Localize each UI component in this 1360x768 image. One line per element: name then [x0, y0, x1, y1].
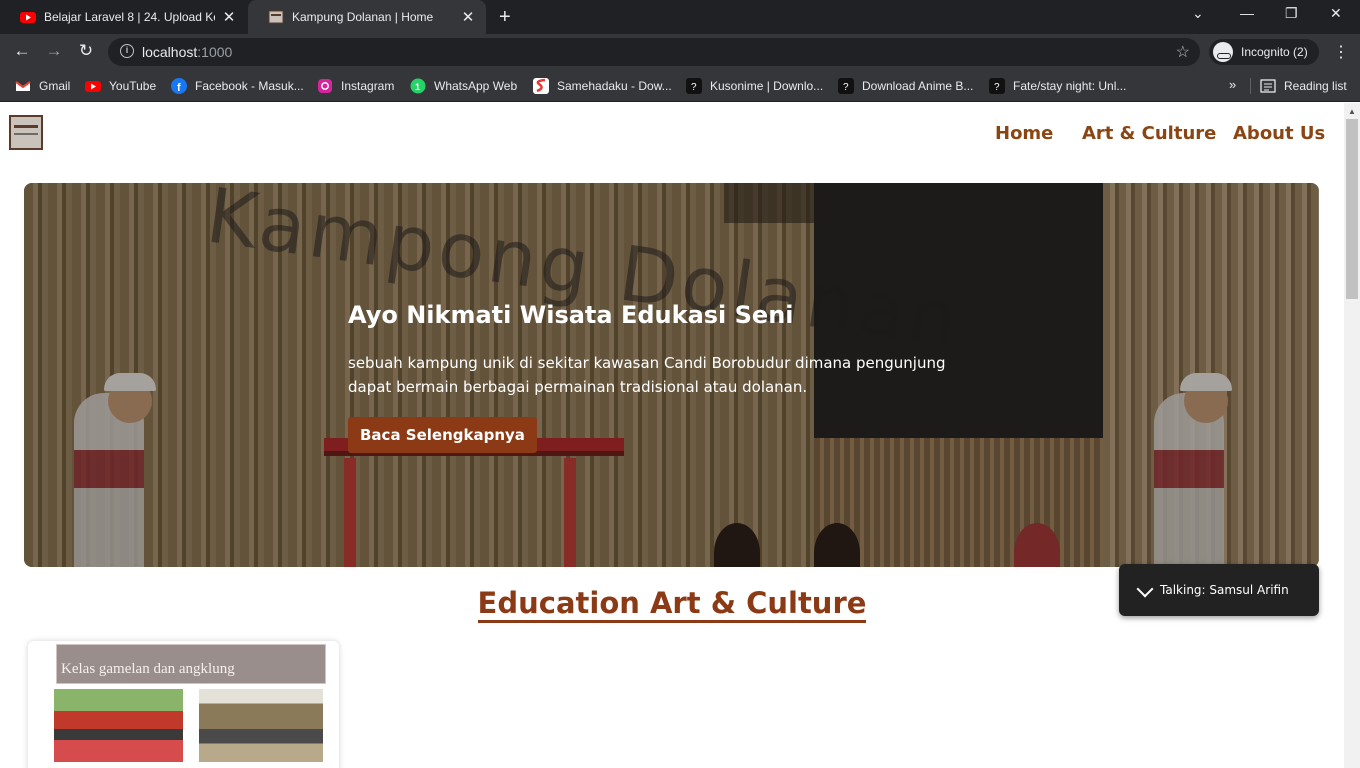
unknown-site-icon: ?: [838, 78, 854, 94]
page-scrollbar[interactable]: ▲: [1344, 103, 1360, 768]
menu-icon[interactable]: ⋮: [1333, 42, 1349, 62]
svg-text:?: ?: [843, 82, 849, 93]
tab-youtube[interactable]: Belajar Laravel 8 | 24. Upload Ke … ✕: [0, 0, 247, 34]
web-page: Home Art & Culture About Us Kampong Dola…: [0, 103, 1344, 768]
samehadaku-icon: [533, 78, 549, 94]
chevron-down-icon[interactable]: [1136, 580, 1154, 598]
address-bar[interactable]: i localhost:1000 ☆: [108, 38, 1200, 66]
card-banner: Kelas gamelan dan angklung: [56, 644, 326, 684]
svg-text:f: f: [177, 82, 181, 94]
incognito-icon: [1213, 42, 1233, 62]
gmail-icon: [15, 81, 31, 91]
close-tab-icon[interactable]: ✕: [221, 8, 237, 26]
unknown-site-icon: ?: [686, 78, 702, 94]
reading-list-button[interactable]: Reading list: [1260, 77, 1347, 95]
page-icon: [268, 10, 284, 24]
bookmark-star-icon[interactable]: ☆: [1176, 42, 1190, 62]
svg-text:?: ?: [994, 82, 1000, 93]
tab-kampung-dolanan[interactable]: Kampung Dolanan | Home ✕: [248, 0, 486, 34]
facebook-icon: f: [171, 78, 187, 94]
new-tab-icon[interactable]: +: [499, 6, 511, 29]
tab-strip: Belajar Laravel 8 | 24. Upload Ke … ✕ Ka…: [0, 0, 1360, 34]
close-window-icon[interactable]: ✕: [1330, 5, 1342, 22]
unknown-site-icon: ?: [989, 78, 1005, 94]
forward-icon[interactable]: →: [44, 41, 64, 61]
bookmark-fate-stay-night[interactable]: ? Fate/stay night: Unl...: [989, 77, 1126, 95]
whatsapp-icon: 1: [410, 78, 426, 94]
card-banner-text: Kelas gamelan dan angklung: [61, 661, 235, 677]
scroll-up-icon[interactable]: ▲: [1348, 107, 1356, 116]
bookmarks-bar: Gmail YouTube f Facebook - Masuk... Inst…: [0, 70, 1360, 102]
card-photo-gamelan: [54, 689, 183, 762]
chat-status: Talking: Samsul Arifin: [1160, 583, 1289, 597]
minimize-icon[interactable]: —: [1240, 5, 1254, 21]
tab-search-icon[interactable]: ⌄: [1192, 5, 1204, 22]
info-icon[interactable]: i: [120, 44, 134, 58]
bookmark-youtube[interactable]: YouTube: [85, 77, 156, 95]
hero-title: Ayo Nikmati Wisata Edukasi Seni: [348, 301, 794, 329]
site-logo[interactable]: [9, 115, 43, 150]
back-icon[interactable]: ←: [12, 41, 32, 61]
section-title: Education Art & Culture: [477, 586, 867, 623]
reading-list-icon: [1260, 79, 1276, 93]
bookmark-instagram[interactable]: Instagram: [317, 77, 394, 95]
bookmark-whatsapp[interactable]: 1 WhatsApp Web: [410, 77, 517, 95]
youtube-icon: [20, 12, 36, 23]
scrollbar-thumb[interactable]: [1346, 119, 1358, 299]
bookmark-download-anime[interactable]: ? Download Anime B...: [838, 77, 973, 95]
bookmark-gmail[interactable]: Gmail: [15, 77, 70, 95]
read-more-button[interactable]: Baca Selengkapnya: [348, 417, 537, 453]
bookmark-facebook[interactable]: f Facebook - Masuk...: [171, 77, 304, 95]
hero-description: sebuah kampung unik di sekitar kawasan C…: [348, 354, 946, 396]
reload-icon[interactable]: ↻: [76, 41, 96, 61]
hero-carousel: Kampong Dolanan Ayo Nikmati Wisata Eduka…: [24, 183, 1319, 567]
nav-art-culture[interactable]: Art & Culture: [1082, 123, 1216, 144]
bookmark-samehadaku[interactable]: Samehadaku - Dow...: [533, 77, 672, 95]
svg-text:1: 1: [415, 82, 420, 92]
nav-about-us[interactable]: About Us: [1233, 123, 1325, 144]
bookmark-kusonime[interactable]: ? Kusonime | Downlo...: [686, 77, 823, 95]
card-photo-angklung: [199, 689, 323, 762]
close-tab-icon[interactable]: ✕: [460, 8, 476, 26]
youtube-icon: [85, 81, 101, 92]
bookmarks-divider: [1250, 78, 1251, 94]
restore-icon[interactable]: ❐: [1285, 5, 1298, 22]
tab-title: Kampung Dolanan | Home: [292, 10, 434, 24]
chat-widget[interactable]: Talking: Samsul Arifin: [1119, 564, 1319, 616]
svg-text:?: ?: [691, 82, 697, 93]
more-bookmarks-icon[interactable]: »: [1229, 77, 1236, 92]
hero-caption: Ayo Nikmati Wisata Edukasi Seni sebuah k…: [348, 301, 988, 453]
article-card[interactable]: Kelas gamelan dan angklung: [28, 641, 339, 768]
url-text[interactable]: localhost:1000: [142, 44, 232, 60]
incognito-badge[interactable]: Incognito (2): [1209, 39, 1319, 65]
instagram-icon: [318, 79, 332, 93]
nav-home[interactable]: Home: [995, 123, 1053, 144]
tab-title: Belajar Laravel 8 | 24. Upload Ke …: [44, 10, 215, 24]
browser-toolbar: ← → ↻ i localhost:1000 ☆ Incognito (2) ⋮: [0, 34, 1360, 70]
